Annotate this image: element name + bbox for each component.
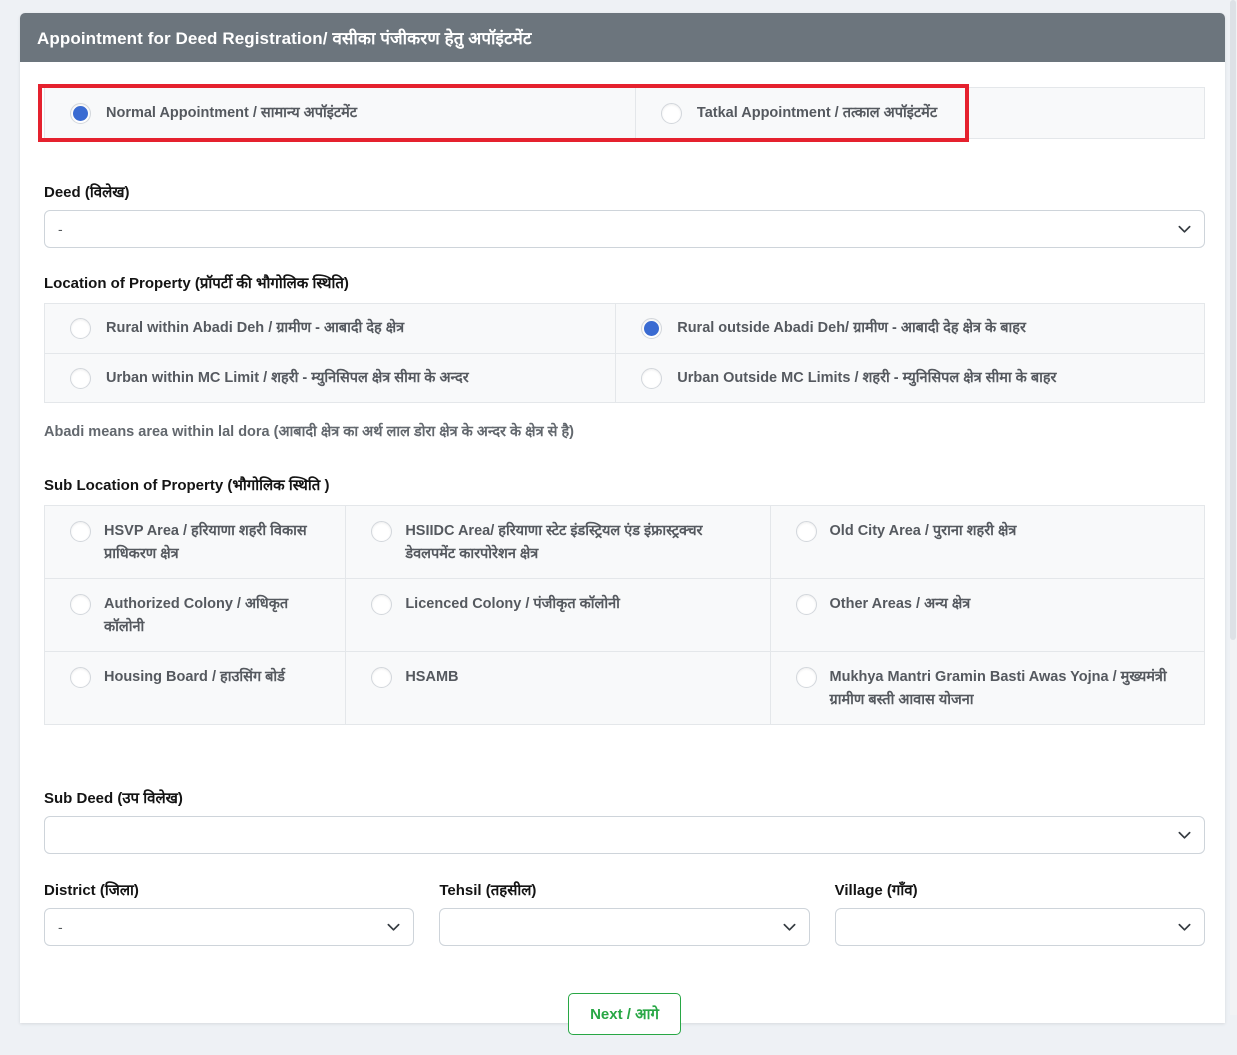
radio-label: Urban within MC Limit / शहरी - म्युनिसिप… (106, 367, 469, 389)
radio-option-mukhya-mantri-yojna[interactable]: Mukhya Mantri Gramin Basti Awas Yojna / … (771, 652, 1204, 724)
radio-label: Urban Outside MC Limits / शहरी - म्युनिस… (677, 367, 1056, 389)
radio-icon[interactable] (796, 521, 817, 542)
village-label: Village (गाँव) (835, 880, 1205, 900)
district-tehsil-village-row: District (जिला) - Tehsil (तहसील) (44, 880, 1205, 946)
sub-deed-select[interactable] (44, 816, 1205, 854)
radio-icon[interactable] (371, 667, 392, 688)
district-label: District (जिला) (44, 880, 414, 900)
radio-option-hsvp-area[interactable]: HSVP Area / हरियाणा शहरी विकास प्राधिकरण… (45, 506, 346, 579)
tehsil-label: Tehsil (तहसील) (439, 880, 809, 900)
district-select[interactable]: - (44, 908, 414, 946)
deed-registration-card: Appointment for Deed Registration/ वसीका… (20, 13, 1225, 1023)
radio-icon[interactable] (796, 667, 817, 688)
tehsil-select[interactable] (439, 908, 809, 946)
chevron-down-icon (386, 920, 401, 935)
radio-icon[interactable] (70, 521, 91, 542)
sub-location-section: Sub Location of Property (भौगोलिक स्थिति… (44, 475, 1205, 725)
village-field: Village (गाँव) (835, 880, 1205, 946)
location-options-group: Rural within Abadi Deh / ग्रामीण - आबादी… (44, 303, 1205, 403)
radio-label: Mukhya Mantri Gramin Basti Awas Yojna / … (830, 666, 1188, 711)
radio-icon[interactable] (70, 368, 91, 389)
sub-deed-label: Sub Deed (उप विलेख) (44, 788, 1205, 808)
radio-label: Rural within Abadi Deh / ग्रामीण - आबादी… (106, 317, 404, 339)
radio-icon[interactable] (641, 318, 662, 339)
radio-option-housing-board[interactable]: Housing Board / हाउसिंग बोर्ड (45, 652, 346, 724)
radio-option-normal-appointment[interactable]: Normal Appointment / सामान्य अपॉइंटमेंट (45, 88, 635, 138)
scrollbar-thumb[interactable] (1230, 0, 1236, 640)
radio-icon[interactable] (371, 594, 392, 615)
radio-icon[interactable] (371, 521, 392, 542)
district-select-value: - (58, 919, 63, 935)
radio-option-tatkal-appointment[interactable]: Tatkal Appointment / तत्काल अपॉइंटमेंट (635, 88, 1204, 138)
radio-option-rural-outside-abadi[interactable]: Rural outside Abadi Deh/ ग्रामीण - आबादी… (615, 304, 1204, 353)
district-field: District (जिला) - (44, 880, 414, 946)
radio-label: Housing Board / हाउसिंग बोर्ड (104, 666, 285, 688)
radio-icon[interactable] (661, 103, 682, 124)
radio-icon[interactable] (796, 594, 817, 615)
chevron-down-icon (1177, 828, 1192, 843)
radio-option-other-areas[interactable]: Other Areas / अन्य क्षेत्र (771, 579, 1204, 652)
appointment-type-group: Normal Appointment / सामान्य अपॉइंटमेंट … (44, 87, 1205, 139)
radio-option-authorized-colony[interactable]: Authorized Colony / अधिकृत कॉलोनी (45, 579, 346, 652)
abadi-note: Abadi means area within lal dora (आबादी … (44, 421, 1205, 441)
radio-label: Licenced Colony / पंजीकृत कॉलोनी (405, 593, 620, 615)
radio-label: HSAMB (405, 666, 458, 688)
tehsil-field: Tehsil (तहसील) (439, 880, 809, 946)
sub-location-options-group: HSVP Area / हरियाणा शहरी विकास प्राधिकरण… (44, 505, 1205, 725)
radio-label: HSIIDC Area/ हरियाणा स्टेट इंडस्ट्रियल ए… (405, 520, 753, 565)
deed-section: Deed (विलेख) - (44, 182, 1205, 248)
radio-label: Other Areas / अन्य क्षेत्र (830, 593, 971, 615)
next-button[interactable]: Next / आगे (568, 993, 681, 1035)
radio-label: HSVP Area / हरियाणा शहरी विकास प्राधिकरण… (104, 520, 329, 565)
chevron-down-icon (782, 920, 797, 935)
radio-option-hsamb[interactable]: HSAMB (346, 652, 770, 724)
deed-select[interactable]: - (44, 210, 1205, 248)
chevron-down-icon (1177, 222, 1192, 237)
radio-icon[interactable] (70, 103, 91, 124)
page-title: Appointment for Deed Registration/ वसीका… (20, 13, 1225, 62)
radio-icon[interactable] (641, 368, 662, 389)
form-body: Normal Appointment / सामान्य अपॉइंटमेंट … (20, 62, 1225, 1055)
radio-icon[interactable] (70, 594, 91, 615)
radio-label: Rural outside Abadi Deh/ ग्रामीण - आबादी… (677, 317, 1026, 339)
radio-label: Normal Appointment / सामान्य अपॉइंटमेंट (106, 102, 357, 124)
radio-label: Old City Area / पुराना शहरी क्षेत्र (830, 520, 1017, 542)
sub-location-heading: Sub Location of Property (भौगोलिक स्थिति… (44, 475, 1205, 495)
radio-label: Authorized Colony / अधिकृत कॉलोनी (104, 593, 329, 638)
radio-label: Tatkal Appointment / तत्काल अपॉइंटमेंट (697, 102, 937, 124)
radio-icon[interactable] (70, 318, 91, 339)
radio-icon[interactable] (70, 667, 91, 688)
next-button-row: Next / आगे (44, 993, 1205, 1035)
radio-option-rural-within-abadi[interactable]: Rural within Abadi Deh / ग्रामीण - आबादी… (45, 304, 615, 353)
radio-option-licenced-colony[interactable]: Licenced Colony / पंजीकृत कॉलोनी (346, 579, 770, 652)
scrollbar[interactable] (1230, 0, 1237, 1015)
chevron-down-icon (1177, 920, 1192, 935)
radio-option-old-city-area[interactable]: Old City Area / पुराना शहरी क्षेत्र (771, 506, 1204, 579)
radio-option-hsiidc-area[interactable]: HSIIDC Area/ हरियाणा स्टेट इंडस्ट्रियल ए… (346, 506, 770, 579)
radio-option-urban-within-mc[interactable]: Urban within MC Limit / शहरी - म्युनिसिप… (45, 354, 615, 402)
deed-select-value: - (58, 221, 63, 237)
deed-label: Deed (विलेख) (44, 182, 1205, 202)
location-heading: Location of Property (प्रॉपर्टी की भौगोल… (44, 273, 1205, 293)
sub-deed-section: Sub Deed (उप विलेख) (44, 788, 1205, 854)
radio-option-urban-outside-mc[interactable]: Urban Outside MC Limits / शहरी - म्युनिस… (615, 354, 1204, 402)
location-section: Location of Property (प्रॉपर्टी की भौगोल… (44, 273, 1205, 441)
village-select[interactable] (835, 908, 1205, 946)
